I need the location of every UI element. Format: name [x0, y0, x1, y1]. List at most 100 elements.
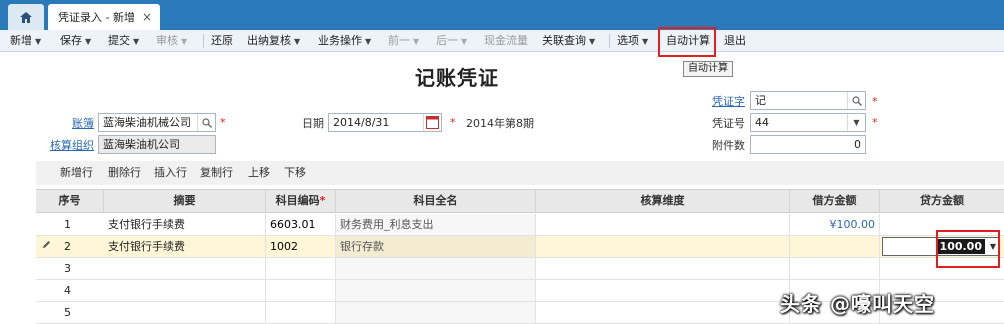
chevron-down-icon: ▼	[642, 37, 649, 46]
date-label: 日期	[302, 117, 324, 130]
debit-cell[interactable]: ¥100.00	[790, 214, 880, 235]
grid-header: 序号 摘要 科目编码* 科目全名 核算维度 借方金额 贷方金额	[36, 189, 1004, 213]
search-icon[interactable]	[197, 114, 215, 131]
chevron-down-icon: ▼	[413, 37, 420, 46]
attachments-field[interactable]: 0	[750, 135, 866, 154]
cashier-review-button[interactable]: 出纳复核 ▼	[247, 30, 300, 52]
restore-button[interactable]: 还原	[211, 30, 233, 52]
account-code-cell[interactable]: 1002	[266, 236, 336, 257]
row-number: 1	[64, 218, 71, 231]
summary-cell[interactable]	[104, 280, 266, 301]
account-name-cell: 财务费用_利息支出	[336, 214, 536, 235]
debit-cell[interactable]	[790, 236, 880, 257]
table-row[interactable]: 3	[36, 258, 1004, 280]
related-query-button[interactable]: 关联查询 ▼	[542, 30, 595, 52]
chevron-down-icon[interactable]: ▼	[847, 114, 865, 131]
voucher-word-field[interactable]: 记	[750, 91, 866, 110]
attachments-label: 附件数	[712, 139, 745, 152]
previous-button[interactable]: 前一 ▼	[388, 30, 419, 52]
summary-cell[interactable]	[104, 258, 266, 279]
pencil-icon	[43, 241, 50, 248]
save-button[interactable]: 保存 ▼	[60, 30, 91, 52]
auto-calculate-tooltip: 自动计算	[683, 61, 733, 77]
org-label[interactable]: 核算组织	[50, 137, 94, 153]
add-row-button[interactable]: 新增行	[60, 161, 93, 185]
chevron-down-icon: ▼	[461, 37, 468, 46]
tab-voucher-entry[interactable]: 凭证录入 - 新增 ×	[48, 4, 160, 30]
audit-button[interactable]: 审核 ▼	[156, 30, 187, 52]
row-number: 5	[64, 306, 71, 319]
new-button[interactable]: 新增 ▼	[10, 30, 41, 52]
summary-cell[interactable]: 支付银行手续费	[104, 214, 266, 235]
delete-row-button[interactable]: 删除行	[108, 161, 141, 185]
copy-row-button[interactable]: 复制行	[200, 161, 233, 185]
account-name-cell: 银行存款	[336, 236, 536, 257]
close-icon[interactable]: ×	[142, 10, 152, 24]
required-mark: *	[872, 116, 878, 129]
required-mark: *	[220, 116, 226, 129]
options-button[interactable]: 选项 ▼	[617, 30, 648, 52]
chevron-down-icon: ▼	[85, 37, 92, 46]
move-up-button[interactable]: 上移	[248, 161, 270, 185]
chevron-down-icon: ▼	[589, 37, 596, 46]
column-header-code: 科目编码*	[266, 190, 336, 212]
dimension-cell[interactable]	[536, 302, 790, 323]
account-code-cell[interactable]: 6603.01	[266, 214, 336, 235]
column-header-debit: 借方金额	[790, 190, 880, 212]
toolbar-divider	[609, 34, 610, 48]
chevron-down-icon: ▼	[181, 37, 188, 46]
row-number: 2	[64, 240, 71, 253]
ledger-label[interactable]: 账簿	[72, 115, 94, 131]
calendar-icon[interactable]	[423, 114, 441, 131]
chevron-down-icon: ▼	[294, 37, 301, 46]
business-ops-button[interactable]: 业务操作 ▼	[318, 30, 371, 52]
tab-bar: 凭证录入 - 新增 ×	[0, 0, 1004, 30]
period-text: 2014年第8期	[466, 117, 534, 130]
table-row[interactable]: 1 支付银行手续费 6603.01 财务费用_利息支出 ¥100.00	[36, 214, 1004, 236]
debit-cell[interactable]	[790, 258, 880, 279]
home-tab[interactable]	[8, 4, 44, 30]
insert-row-button[interactable]: 插入行	[154, 161, 187, 185]
chevron-down-icon: ▼	[133, 37, 140, 46]
main-toolbar: 新增 ▼ 保存 ▼ 提交 ▼ 审核 ▼ 还原 出纳复核 ▼ 业务操作 ▼ 前一 ▼ 后一 ▼ 现…	[0, 30, 1004, 52]
watermark: 头条 @嚎叫天空	[780, 292, 935, 316]
dimension-cell[interactable]	[536, 258, 790, 279]
account-code-cell[interactable]	[266, 302, 336, 323]
dimension-cell[interactable]	[536, 280, 790, 301]
exit-button[interactable]: 退出	[724, 30, 746, 52]
ledger-field[interactable]: 蓝海柴油机械公司	[98, 113, 216, 132]
move-down-button[interactable]: 下移	[284, 161, 306, 185]
summary-cell[interactable]	[104, 302, 266, 323]
account-name-cell	[336, 280, 536, 301]
cash-flow-button[interactable]: 现金流量	[484, 30, 528, 52]
submit-button[interactable]: 提交 ▼	[108, 30, 139, 52]
account-code-cell[interactable]	[266, 258, 336, 279]
table-row[interactable]: 2 支付银行手续费 1002 银行存款 100.00 ▼	[36, 236, 1004, 258]
credit-amount-highlight	[936, 230, 1000, 268]
auto-calculate-highlight	[658, 27, 716, 57]
voucher-no-value: 44	[755, 116, 769, 129]
column-header-account-name: 科目全名	[336, 190, 536, 212]
account-code-cell[interactable]	[266, 280, 336, 301]
attachments-value: 0	[854, 138, 861, 151]
summary-cell[interactable]: 支付银行手续费	[104, 236, 266, 257]
search-icon[interactable]	[847, 92, 865, 109]
dimension-cell[interactable]	[536, 214, 790, 235]
row-number: 4	[64, 284, 71, 297]
voucher-no-label: 凭证号	[712, 117, 745, 130]
voucher-no-field[interactable]: 44 ▼	[750, 113, 866, 132]
column-header-credit: 贷方金额	[920, 194, 964, 207]
grid-toolbar: 新增行 删除行 插入行 复制行 上移 下移	[36, 161, 1004, 185]
page-title: 记账凭证	[415, 66, 499, 90]
next-button[interactable]: 后一 ▼	[436, 30, 467, 52]
ledger-value: 蓝海柴油机械公司	[103, 116, 191, 129]
voucher-word-value: 记	[755, 94, 766, 107]
dimension-cell[interactable]	[536, 236, 790, 257]
row-number: 3	[64, 262, 71, 275]
required-mark: *	[450, 116, 456, 129]
org-field: 蓝海柴油机公司	[98, 135, 216, 154]
date-field[interactable]: 2014/8/31	[328, 113, 442, 132]
account-name-cell	[336, 258, 536, 279]
required-mark: *	[319, 194, 326, 207]
voucher-word-label[interactable]: 凭证字	[712, 93, 745, 109]
